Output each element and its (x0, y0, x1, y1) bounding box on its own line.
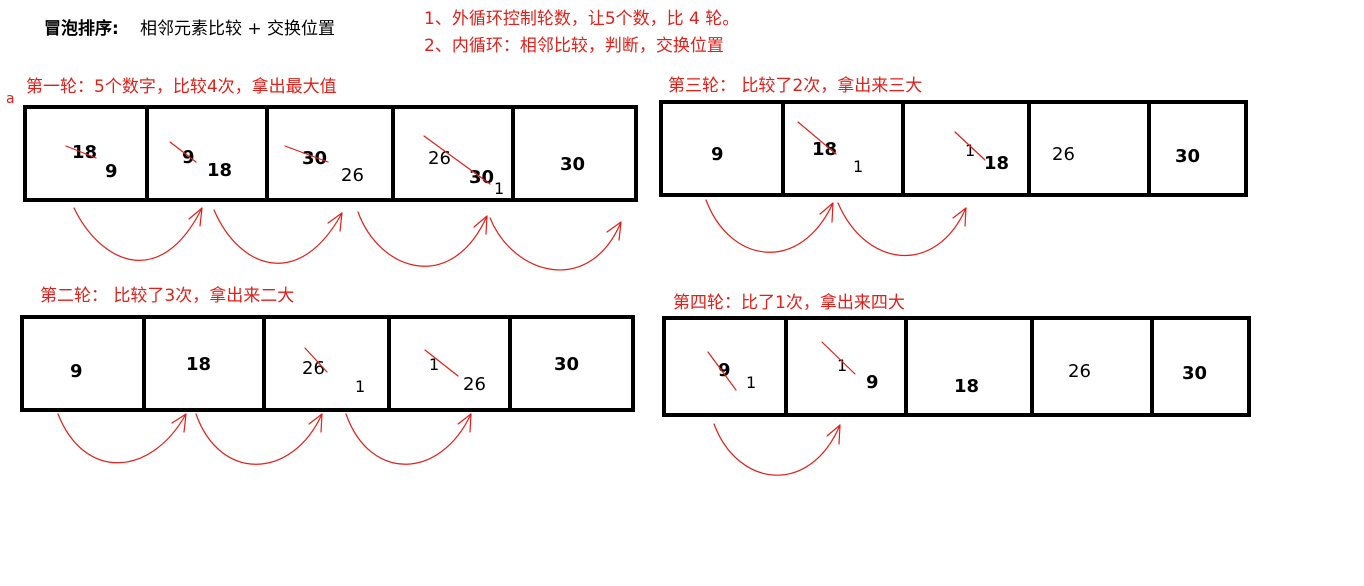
round4-cell-1-new: 1 (746, 373, 757, 392)
swap-arrowhead (327, 212, 343, 232)
round1-cell-3-old: 30 (302, 148, 328, 169)
round3-cell-1: 9 (659, 100, 785, 197)
round1-cell-5: 30 (515, 105, 638, 202)
round4-cell-3-value: 18 (954, 376, 980, 397)
round1-cell-2: 9 18 (149, 105, 269, 202)
round2-cell-4: 1 26 (391, 315, 512, 412)
round3-cell-2: 18 1 (785, 100, 905, 197)
round1-cell-1-new: 9 (105, 161, 118, 182)
swap-arrowhead (171, 413, 187, 433)
round1-cell-4-old: 26 (428, 148, 451, 169)
swap-arrow (357, 211, 488, 267)
round3-cell-3-new: 18 (984, 153, 1010, 174)
swap-arrow (213, 209, 343, 264)
round2-cell-2-value: 18 (186, 354, 212, 375)
round2-cell-3-old: 26 (302, 358, 325, 379)
round4-cell-4-value: 26 (1068, 361, 1091, 382)
round2-cell-5-value: 30 (554, 354, 580, 375)
swap-arrowhead (952, 207, 967, 227)
round4-cell-2: 1 9 (788, 316, 908, 417)
round3-cell-3-old: 1 (965, 141, 976, 160)
round1-cell-4: 26 30 1 (395, 105, 515, 202)
round2-cell-3-new: 1 (355, 377, 366, 396)
note-inner-loop: 2、内循环：相邻比较，判断，交换位置 (424, 36, 724, 56)
round4-cell-3: 18 (908, 316, 1034, 417)
round1-cell-1: 18 9 (23, 105, 149, 202)
round3-cell-2-old: 18 (812, 139, 838, 160)
round4-label: 第四轮：比了1次，拿出来四大 (673, 293, 905, 313)
round1-cell-2-old: 9 (182, 147, 195, 168)
swap-arrow (195, 413, 323, 465)
round1-cell-2-new: 18 (207, 160, 233, 181)
round2-cell-2: 18 (146, 315, 266, 412)
round3-cell-2-new: 1 (853, 157, 864, 176)
note-outer-loop: 1、外循环控制轮数，让5个数，比 4 轮。 (424, 9, 740, 29)
round2-cell-4-old: 1 (429, 355, 440, 374)
swap-arrow (489, 217, 622, 271)
swap-arrowhead (473, 215, 488, 235)
round1-label: 第一轮：5个数字，比较4次，拿出最大值 (26, 77, 337, 97)
round2-cell-5: 30 (512, 315, 635, 412)
round2-label: 第二轮： 比较了3次，拿出来二大 (40, 286, 295, 306)
swap-arrow (837, 202, 967, 257)
swap-arrowhead (826, 424, 841, 445)
swap-arrow (705, 199, 834, 253)
round2-cell-3: 26 1 (266, 315, 391, 412)
round3-cell-1-value: 9 (711, 144, 724, 165)
swap-arrow (713, 423, 841, 476)
round4-cell-1-old: 9 (718, 360, 731, 381)
round1-cell-3-new: 26 (341, 165, 364, 186)
round1-cell-3: 30 26 (269, 105, 395, 202)
round1-corner-mark: a (6, 91, 15, 107)
round2-cell-4-new: 26 (463, 374, 486, 395)
swap-arrowhead (188, 207, 203, 227)
page-subtitle: 相邻元素比较 + 交换位置 (140, 19, 336, 39)
round1-cell-4-extra: 1 (494, 179, 505, 198)
round3-label: 第三轮： 比较了2次，拿出来三大 (668, 76, 923, 96)
round1-cell-4-new: 30 (469, 167, 495, 188)
swap-arrowhead (308, 413, 323, 433)
round4-cell-2-old: 1 (837, 356, 848, 375)
swap-arrowhead (457, 413, 472, 433)
round3-cell-4-value: 26 (1052, 144, 1075, 165)
round4-cell-4: 26 (1034, 316, 1154, 417)
round4-cell-2-new: 9 (866, 372, 879, 393)
round3-cell-4: 26 (1031, 100, 1151, 197)
swap-arrow (345, 413, 472, 465)
round4-cell-5-value: 30 (1182, 363, 1208, 384)
round3-cell-3: 1 18 (905, 100, 1031, 197)
round2-cell-1-value: 9 (70, 361, 83, 382)
round1-cell-1-old: 18 (72, 142, 98, 163)
round3-cell-5: 30 (1151, 100, 1248, 197)
swap-arrow (57, 413, 187, 464)
swap-arrowhead (819, 202, 834, 223)
round3-cell-5-value: 30 (1175, 146, 1201, 167)
round4-cell-1: 9 1 (662, 316, 788, 417)
swap-arrowhead (606, 221, 622, 241)
swap-arrow (73, 207, 203, 261)
round4-cell-5: 30 (1154, 316, 1251, 417)
page-title: 冒泡排序: (44, 19, 119, 39)
round2-cell-1: 9 (20, 315, 146, 412)
round1-cell-5-value: 30 (560, 154, 586, 175)
